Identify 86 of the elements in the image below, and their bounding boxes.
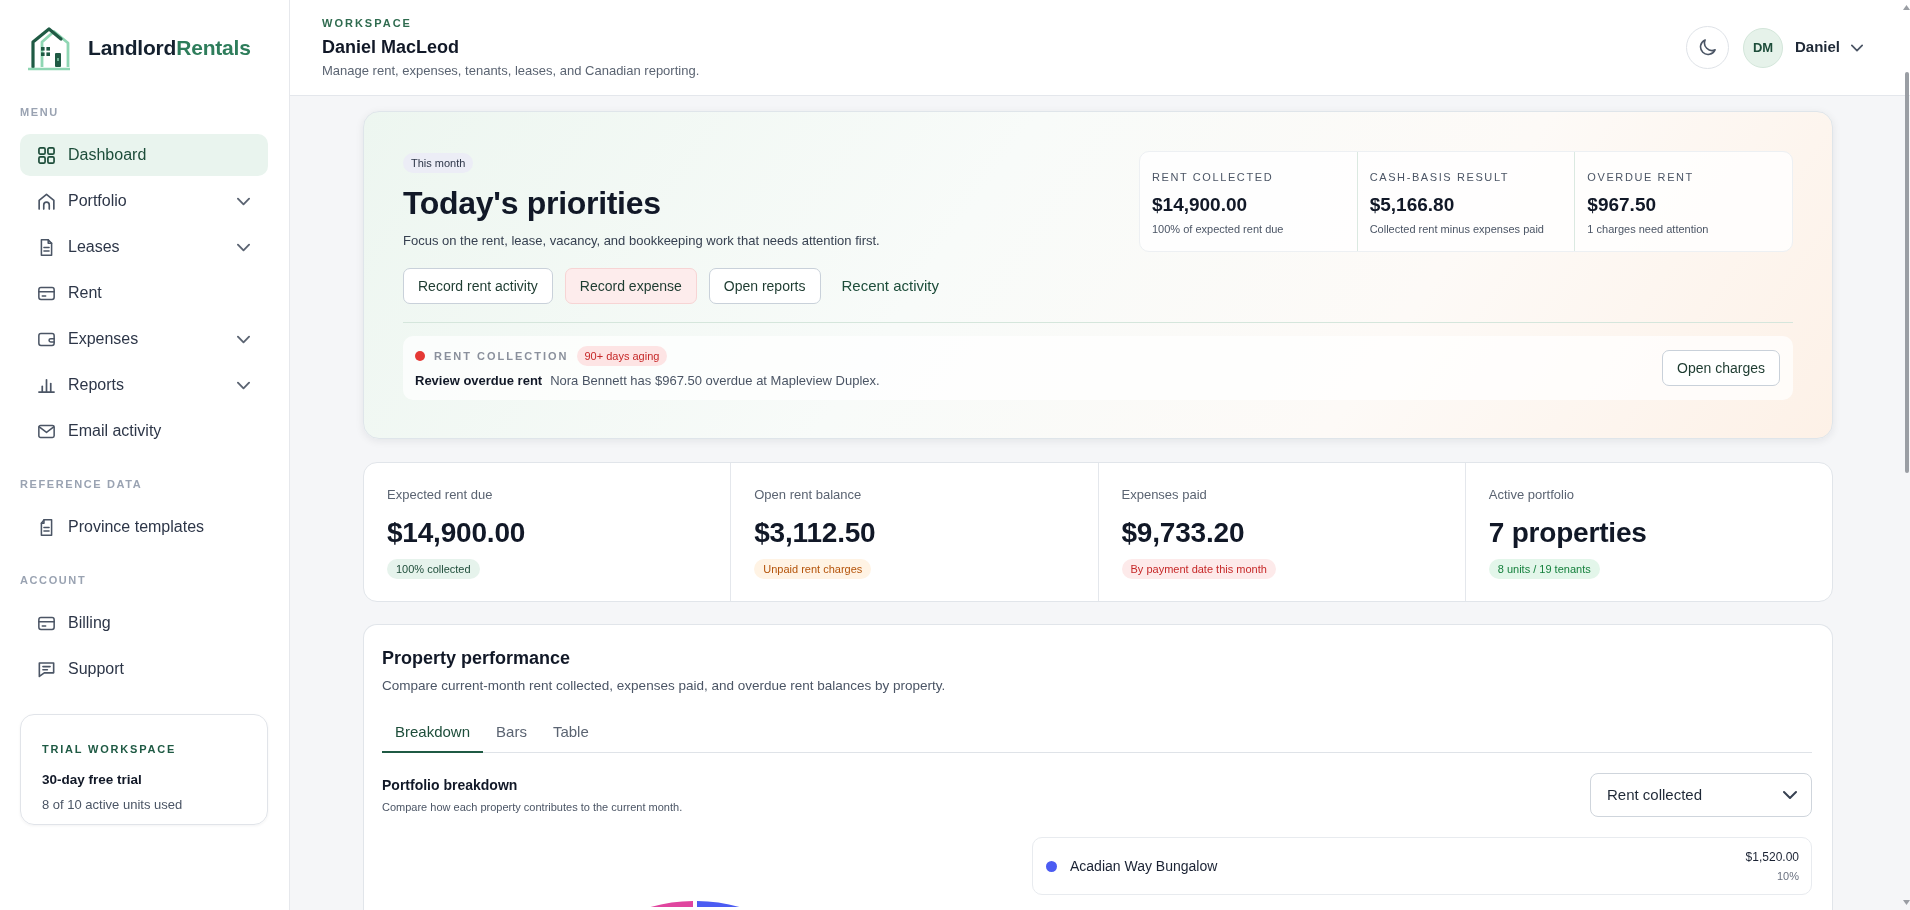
summary-note: 100% of expected rent due (1152, 222, 1284, 236)
summary-value: $5,166.80 (1369, 193, 1455, 217)
priorities-title: Today's priorities (403, 184, 661, 223)
breakdown-subtitle: Compare how each property contributes to the current month. (382, 800, 683, 814)
stat-tag: Unpaid rent charges (754, 559, 872, 579)
summary-value: $967.50 (1587, 193, 1657, 217)
scrollbar-thumb[interactable] (1905, 72, 1909, 473)
alert-title: Review overdue rent (415, 372, 543, 390)
sidebar-item[interactable]: Billing (20, 602, 268, 644)
grid-icon (38, 146, 55, 164)
stat-label: Open rent balance (754, 486, 862, 504)
summary-label: RENT COLLECTED (1152, 170, 1274, 184)
period-badge: This month (403, 153, 474, 173)
stat-value: $3,112.50 (754, 516, 876, 550)
donut-slice (650, 901, 693, 907)
brand-name: LandlordRentals (88, 35, 251, 62)
workspace-subtitle: Manage rent, expenses, tenants, leases, and Canadian reporting. (322, 61, 700, 80)
section-label: ACCOUNT (20, 573, 87, 587)
document-icon (38, 518, 55, 536)
status-dot-icon (415, 351, 425, 361)
user-menu-button[interactable]: Daniel (1795, 36, 1863, 59)
stat-value: $14,900.00 (387, 516, 526, 550)
section-label: MENU (20, 105, 59, 119)
envelope-icon (38, 422, 55, 440)
stat-tag: 8 units / 19 tenants (1488, 559, 1600, 579)
view-tab[interactable]: Breakdown (382, 712, 484, 753)
view-tab[interactable]: Bars (483, 712, 540, 753)
property-amount: $1,520.00 (1745, 849, 1799, 865)
action-button[interactable]: Record rent activity (403, 268, 553, 304)
scroll-up-arrow-icon[interactable] (1903, 5, 1910, 10)
wallet-icon (38, 330, 55, 348)
action-button[interactable]: Record expense (564, 268, 697, 304)
priorities-subtitle: Focus on the rent, lease, vacancy, and bookkeeping work that needs attention first. (403, 232, 880, 250)
stat-label: Expenses paid (1121, 486, 1207, 504)
stat-tag: 100% collected (387, 559, 480, 579)
stat-label: Expected rent due (387, 486, 493, 504)
chevron-down-icon (1783, 788, 1797, 802)
workspace-title: Daniel MacLeod (322, 35, 460, 59)
aging-tag: 90+ days aging (576, 346, 668, 366)
user-avatar: DM (1743, 27, 1783, 68)
sidebar-item[interactable]: Province templates (20, 506, 268, 548)
workspace-label: WORKSPACE (322, 15, 412, 30)
donut-slice (697, 901, 740, 907)
summary-note: 1 charges need attention (1587, 222, 1709, 236)
property-share: 10% (1776, 869, 1799, 883)
summary-value: $14,900.00 (1152, 193, 1248, 217)
sidebar-item[interactable]: Support (20, 648, 268, 690)
sidebar-item[interactable]: Reports (20, 364, 268, 406)
theme-toggle-button[interactable] (1686, 26, 1729, 69)
sidebar-item[interactable]: Email activity (20, 410, 268, 452)
card-icon (38, 284, 55, 302)
property-name: Acadian Way Bungalow (1070, 857, 1218, 875)
moon-icon (1699, 39, 1716, 56)
text-link[interactable]: Recent activity (832, 268, 949, 304)
bar-chart-icon (38, 376, 55, 394)
scroll-down-arrow-icon[interactable] (1903, 900, 1910, 905)
breakdown-title: Portfolio breakdown (382, 776, 518, 794)
house-logo-icon (28, 25, 72, 71)
trial-title: 30-day free trial (42, 771, 142, 789)
trial-label: TRIAL WORKSPACE (42, 742, 177, 756)
sidebar-item[interactable]: Rent (20, 272, 268, 314)
summary-note: Collected rent minus expenses paid (1369, 222, 1544, 236)
sidebar-item[interactable]: Dashboard (20, 134, 268, 176)
stat-value: 7 properties (1488, 516, 1647, 550)
sidebar-item[interactable]: Leases (20, 226, 268, 268)
alert-category: RENT COLLECTION (434, 349, 569, 363)
card-icon (38, 614, 55, 632)
summary-label: OVERDUE RENT (1587, 170, 1694, 184)
sidebar-item[interactable]: Expenses (20, 318, 268, 360)
stat-value: $9,733.20 (1121, 516, 1245, 550)
summary-label: CASH-BASIS RESULT (1369, 170, 1510, 184)
metric-select[interactable]: Rent collected (1590, 773, 1812, 817)
stat-tag: By payment date this month (1121, 559, 1276, 579)
section-label: REFERENCE DATA (20, 477, 143, 491)
section-subtitle: Compare current-month rent collected, expenses paid, and overdue rent balances by property. (382, 677, 946, 695)
house-icon (38, 192, 55, 210)
section-title: Property performance (382, 647, 571, 670)
action-button[interactable]: Open reports (708, 268, 821, 304)
chat-icon (38, 660, 55, 678)
document-icon (38, 238, 55, 256)
view-tab[interactable]: Table (539, 712, 602, 753)
open-charges-button[interactable]: Open charges (1662, 350, 1780, 386)
trial-usage-text: 8 of 10 active units used (42, 796, 183, 814)
alert-text: Nora Bennett has $967.50 overdue at Mapleview Duplex. (550, 372, 880, 390)
stat-label: Active portfolio (1488, 486, 1574, 504)
sidebar-item[interactable]: Portfolio (20, 180, 268, 222)
